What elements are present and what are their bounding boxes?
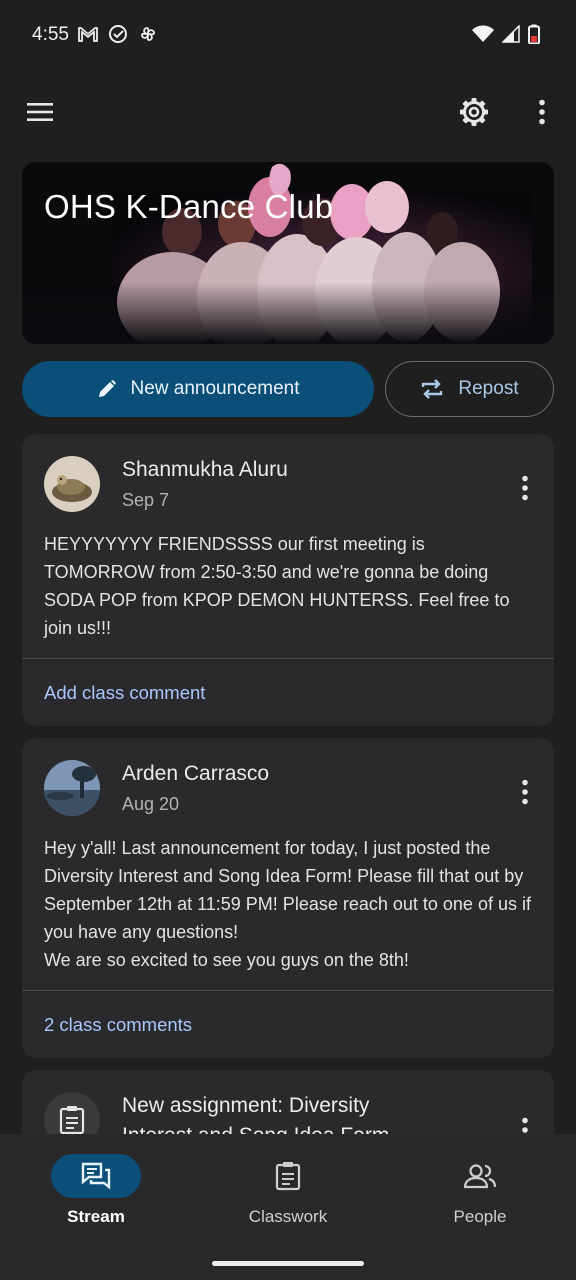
stream-icon bbox=[81, 1162, 111, 1190]
more-vert-icon bbox=[522, 475, 528, 501]
nav-classwork-indicator bbox=[243, 1154, 333, 1198]
repost-label: Repost bbox=[458, 378, 519, 399]
new-announcement-button[interactable]: New announcement bbox=[22, 361, 374, 417]
nav-stream-indicator bbox=[51, 1154, 141, 1198]
bottom-navigation: Stream Classwork People bbox=[0, 1134, 576, 1280]
settings-button[interactable] bbox=[454, 92, 494, 132]
repost-icon bbox=[422, 379, 443, 399]
home-indicator[interactable] bbox=[212, 1261, 364, 1266]
people-icon bbox=[463, 1164, 497, 1189]
notification-icons bbox=[78, 24, 158, 44]
announcement-card[interactable]: Arden Carrasco Aug 20 Hey y'all! Last an… bbox=[22, 738, 554, 1058]
gear-icon bbox=[460, 98, 488, 126]
avatar[interactable] bbox=[44, 760, 100, 816]
post-header: Arden Carrasco Aug 20 bbox=[44, 760, 534, 820]
pencil-icon bbox=[98, 380, 116, 397]
announcement-card[interactable]: Shanmukha Aluru Sep 7 HEYYYYYYY FRIENDSS… bbox=[22, 434, 554, 726]
post-date: Sep 7 bbox=[122, 490, 170, 510]
menu-button[interactable] bbox=[20, 92, 60, 132]
nav-people[interactable]: People bbox=[400, 1154, 560, 1244]
more-vert-icon bbox=[522, 779, 528, 805]
new-announcement-label: New announcement bbox=[130, 378, 300, 399]
more-vert-icon bbox=[539, 99, 545, 125]
divider bbox=[22, 658, 554, 659]
post-date: Aug 20 bbox=[122, 794, 180, 814]
nav-classwork[interactable]: Classwork bbox=[208, 1154, 368, 1244]
signal-icon bbox=[502, 25, 520, 43]
nav-people-label: People bbox=[453, 1207, 507, 1226]
nav-stream-label: Stream bbox=[67, 1207, 125, 1226]
post-author: Arden Carrasco bbox=[122, 762, 270, 785]
nav-stream[interactable]: Stream bbox=[16, 1154, 176, 1244]
menu-icon bbox=[27, 103, 53, 121]
class-comments-link[interactable]: 2 class comments bbox=[44, 1014, 192, 1036]
battery-icon bbox=[528, 24, 540, 44]
nav-people-indicator bbox=[435, 1154, 525, 1198]
classwork-icon bbox=[275, 1162, 301, 1191]
assignment-icon bbox=[59, 1106, 85, 1135]
post-options-button[interactable] bbox=[510, 776, 540, 808]
gmail-icon bbox=[78, 27, 98, 42]
system-icons bbox=[472, 24, 540, 44]
wifi-icon bbox=[472, 25, 494, 42]
more-options-button[interactable] bbox=[522, 92, 562, 132]
pinwheel-icon bbox=[141, 27, 155, 41]
post-options-button[interactable] bbox=[510, 472, 540, 504]
post-text: Hey y'all! Last announcement for today, … bbox=[44, 838, 531, 970]
post-header: Shanmukha Aluru Sep 7 bbox=[44, 456, 534, 516]
class-title: OHS K-Dance Club bbox=[44, 188, 334, 225]
class-banner[interactable]: OHS K-Dance Club bbox=[22, 162, 554, 344]
status-bar: 4:55 bbox=[0, 0, 576, 72]
check-circle-icon bbox=[109, 25, 127, 43]
status-time: 4:55 bbox=[32, 24, 69, 45]
divider bbox=[22, 990, 554, 991]
post-author: Shanmukha Aluru bbox=[122, 458, 288, 481]
app-bar bbox=[0, 84, 576, 140]
repost-button[interactable]: Repost bbox=[385, 361, 554, 417]
nav-classwork-label: Classwork bbox=[248, 1207, 328, 1226]
avatar[interactable] bbox=[44, 456, 100, 512]
assignment-title: New assignment: Diversity bbox=[122, 1094, 370, 1117]
post-text: HEYYYYYYY FRIENDSSSS our first meeting i… bbox=[44, 534, 510, 638]
add-class-comment-link[interactable]: Add class comment bbox=[44, 682, 205, 704]
